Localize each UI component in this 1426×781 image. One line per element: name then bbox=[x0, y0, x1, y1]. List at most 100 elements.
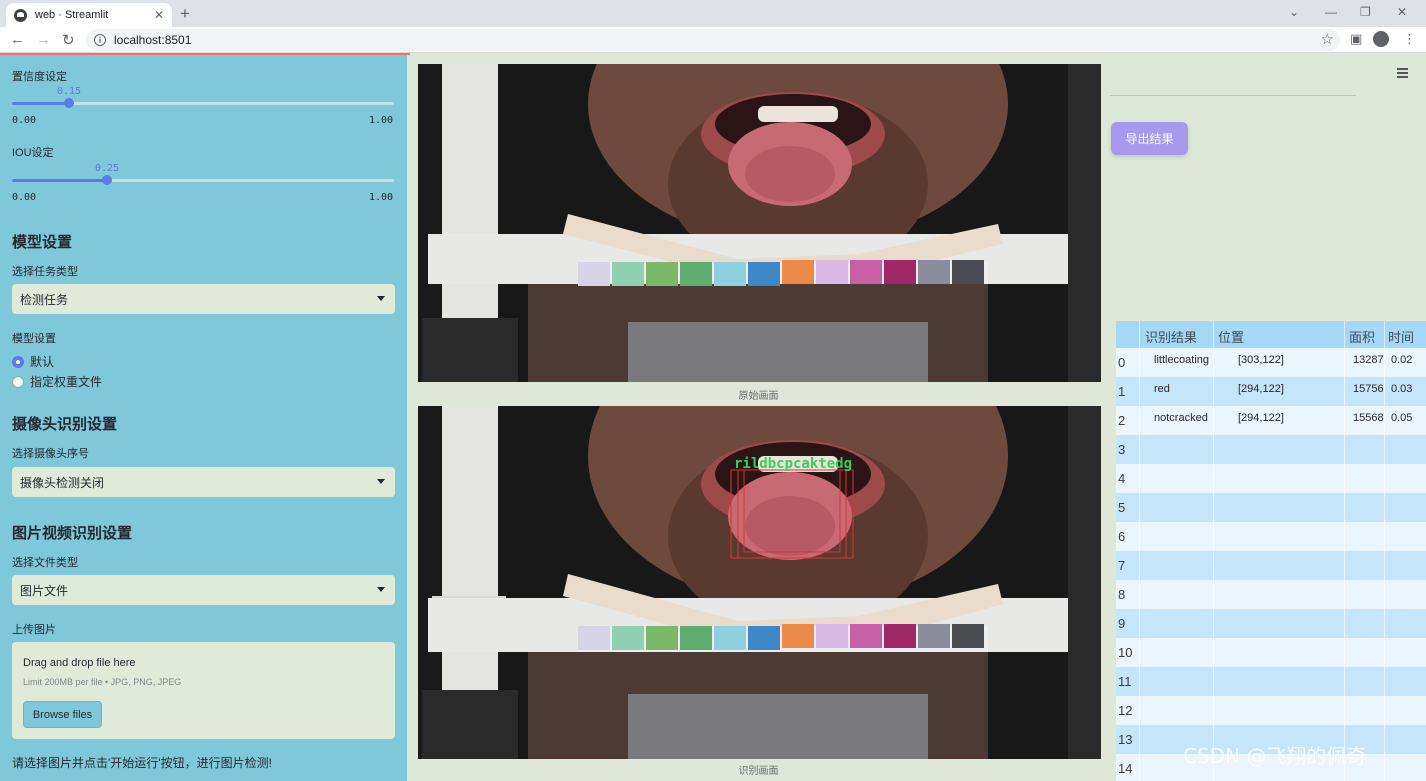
row-index: 5 bbox=[1118, 500, 1126, 515]
row-index: 6 bbox=[1118, 529, 1126, 544]
column-divider bbox=[1384, 321, 1385, 781]
radio-custom-weights[interactable]: 指定权重文件 bbox=[12, 373, 102, 390]
table-row[interactable]: 4 bbox=[1116, 464, 1426, 493]
watermark: CSDN @飞翔的佩奇 bbox=[1183, 744, 1367, 768]
reload-icon[interactable]: ↻ bbox=[62, 31, 75, 49]
table-row[interactable]: 7 bbox=[1116, 551, 1426, 580]
export-results-button[interactable]: 导出结果 bbox=[1111, 122, 1188, 155]
row-index: 7 bbox=[1118, 558, 1126, 573]
confidence-max: 1.00 bbox=[369, 115, 394, 126]
confidence-slider[interactable] bbox=[12, 98, 394, 108]
table-row[interactable]: 1 red [294,122] 15756 0.03 bbox=[1116, 377, 1426, 406]
cell-position: [303,122] bbox=[1238, 354, 1284, 366]
iou-min: 0.00 bbox=[12, 192, 37, 203]
table-row[interactable]: 5 bbox=[1116, 493, 1426, 522]
color-swatch bbox=[578, 626, 610, 650]
tab-search-icon[interactable]: ⌄ bbox=[1289, 5, 1299, 19]
back-icon[interactable]: ← bbox=[10, 31, 25, 48]
cell-result: littlecoating bbox=[1154, 354, 1210, 366]
color-swatch bbox=[884, 624, 916, 648]
table-row[interactable]: 8 bbox=[1116, 580, 1426, 609]
column-divider bbox=[1139, 321, 1140, 781]
browser-menu-icon[interactable]: ⋮ bbox=[1403, 31, 1416, 47]
table-row[interactable]: 6 bbox=[1116, 522, 1426, 551]
radio-selected-icon bbox=[12, 355, 24, 368]
chevron-down-icon bbox=[377, 296, 385, 301]
iou-value: 0.25 bbox=[95, 163, 120, 174]
browse-files-button[interactable]: Browse files bbox=[23, 701, 102, 728]
confidence-value: 0.15 bbox=[57, 86, 82, 97]
cell-result: red bbox=[1154, 383, 1170, 395]
cell-time: 0.03 bbox=[1391, 383, 1413, 395]
camera-index-label: 选择摄像头序号 bbox=[12, 448, 89, 460]
table-row[interactable]: 9 bbox=[1116, 609, 1426, 638]
color-swatch bbox=[816, 624, 848, 648]
color-swatch bbox=[952, 624, 984, 648]
chevron-down-icon bbox=[377, 479, 385, 484]
restore-icon[interactable]: ❐ bbox=[1360, 5, 1371, 19]
table-row[interactable]: 10 bbox=[1116, 638, 1426, 667]
cell-time: 0.05 bbox=[1391, 412, 1413, 424]
address-bar: ← → ↻ i localhost:8501 ☆ ▣ ⋮ bbox=[0, 27, 1426, 53]
table-header: 识别结果 位置 面积 时间 bbox=[1116, 321, 1426, 348]
table-row[interactable]: 2 notcracked [294,122] 15568 0.05 bbox=[1116, 406, 1426, 435]
site-info-icon[interactable]: i bbox=[94, 34, 106, 46]
header-position[interactable]: 位置 bbox=[1218, 327, 1244, 346]
cell-position: [294,122] bbox=[1238, 383, 1284, 395]
camera-index-select[interactable]: 摄像头检测关闭 bbox=[12, 467, 395, 497]
radio-custom-weights-label: 指定权重文件 bbox=[30, 375, 103, 389]
camera-section-title: 摄像头识别设置 bbox=[12, 416, 118, 433]
row-index: 4 bbox=[1118, 471, 1126, 486]
profile-avatar-icon[interactable] bbox=[1373, 31, 1389, 47]
close-window-icon[interactable]: ✕ bbox=[1397, 5, 1407, 19]
row-index: 10 bbox=[1118, 645, 1133, 660]
url-field[interactable]: i localhost:8501 ☆ bbox=[86, 29, 1340, 51]
forward-icon[interactable]: → bbox=[36, 31, 51, 48]
row-index: 14 bbox=[1118, 761, 1133, 776]
hamburger-menu-icon[interactable] bbox=[1397, 68, 1408, 80]
main-area: 原始画面 rildbcpcaktedg 识别画面 bbox=[407, 55, 1110, 781]
upload-label: 上传图片 bbox=[12, 624, 56, 636]
browser-tab[interactable]: web · Streamlit ✕ bbox=[6, 3, 172, 27]
color-swatch bbox=[680, 626, 712, 650]
minimize-icon[interactable]: — bbox=[1325, 5, 1337, 19]
divider bbox=[1110, 95, 1356, 96]
confidence-slider-thumb[interactable] bbox=[64, 98, 74, 108]
bookmark-star-icon[interactable]: ☆ bbox=[1321, 30, 1334, 48]
table-row[interactable]: 3 bbox=[1116, 435, 1426, 464]
sidebar-panel-icon[interactable]: ▣ bbox=[1350, 31, 1362, 47]
url-text: localhost:8501 bbox=[114, 33, 192, 47]
original-caption: 原始画面 bbox=[738, 391, 779, 402]
color-swatch bbox=[748, 262, 780, 286]
confidence-min: 0.00 bbox=[12, 115, 37, 126]
cell-time: 0.02 bbox=[1391, 354, 1413, 366]
close-tab-icon[interactable]: ✕ bbox=[154, 8, 164, 22]
right-panel: 导出结果 识别结果 位置 面积 时间 0 littlecoating [303,12… bbox=[1110, 55, 1426, 781]
color-swatch bbox=[918, 624, 950, 648]
color-swatch bbox=[714, 626, 746, 650]
table-row[interactable]: 12 bbox=[1116, 696, 1426, 725]
iou-slider[interactable] bbox=[12, 175, 394, 185]
iou-slider-thumb[interactable] bbox=[102, 175, 112, 185]
model-section-title: 模型设置 bbox=[12, 234, 73, 251]
cell-result: notcracked bbox=[1154, 412, 1208, 424]
radio-default[interactable]: 默认 bbox=[12, 353, 54, 370]
header-result[interactable]: 识别结果 bbox=[1145, 327, 1197, 346]
color-swatch bbox=[850, 624, 882, 648]
table-row[interactable]: 0 littlecoating [303,122] 13287 0.02 bbox=[1116, 348, 1426, 377]
color-swatch bbox=[680, 262, 712, 286]
table-row[interactable]: 11 bbox=[1116, 667, 1426, 696]
file-type-select[interactable]: 图片文件 bbox=[12, 575, 395, 605]
file-dropzone[interactable]: Drag and drop file here Limit 200MB per … bbox=[12, 642, 395, 739]
task-type-select[interactable]: 检测任务 bbox=[12, 284, 395, 314]
cell-position: [294,122] bbox=[1238, 412, 1284, 424]
header-time[interactable]: 时间 bbox=[1388, 327, 1414, 346]
task-type-label: 选择任务类型 bbox=[12, 266, 78, 278]
header-area[interactable]: 面积 bbox=[1349, 327, 1375, 346]
color-swatch bbox=[918, 260, 950, 284]
tab-title: web · Streamlit bbox=[35, 9, 109, 21]
color-swatch bbox=[714, 262, 746, 286]
result-image: rildbcpcaktedg bbox=[418, 406, 1101, 759]
iou-max: 1.00 bbox=[369, 192, 394, 203]
new-tab-icon[interactable]: + bbox=[180, 4, 190, 24]
